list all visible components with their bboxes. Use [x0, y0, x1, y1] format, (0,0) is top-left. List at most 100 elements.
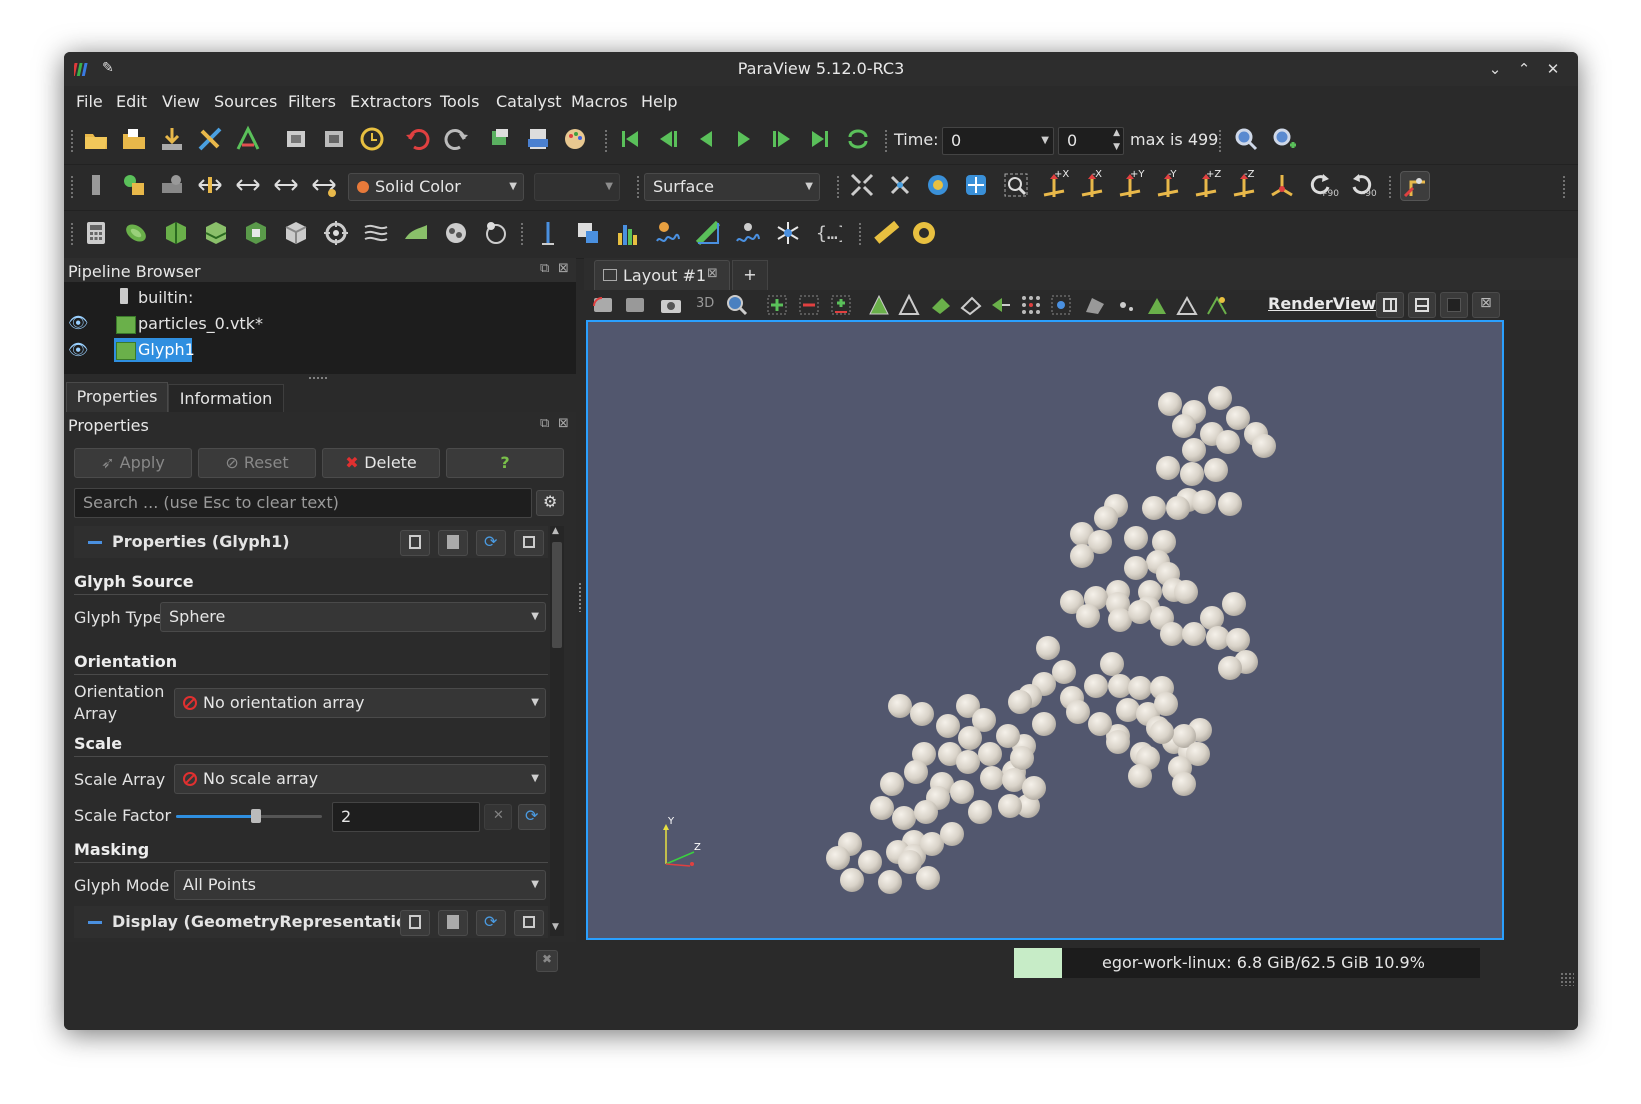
spin-arrows-icon[interactable]: ▲ ▼	[1113, 126, 1120, 154]
calculator-icon[interactable]	[82, 219, 110, 247]
scale-array-select[interactable]: No scale array ▼	[174, 764, 546, 794]
scrollbar-thumb[interactable]	[552, 542, 562, 648]
clear-selection-icon[interactable]	[1204, 292, 1230, 318]
toolbar-grip[interactable]	[70, 222, 75, 246]
save-data-icon[interactable]	[158, 125, 186, 153]
interactive-select-points-icon[interactable]	[958, 292, 984, 318]
screenshot-icon[interactable]	[658, 292, 684, 318]
scale-factor-input[interactable]: 2	[332, 802, 480, 832]
menu-edit[interactable]: Edit	[116, 92, 147, 111]
menu-file[interactable]: File	[76, 92, 103, 111]
spreadsheet-icon[interactable]	[524, 125, 552, 153]
hover-cells-icon[interactable]	[1018, 292, 1044, 318]
rotate-minus-90-icon[interactable]: -90	[1348, 171, 1377, 199]
zoom-to-box-icon[interactable]	[924, 171, 952, 199]
ruler-icon[interactable]	[872, 219, 900, 247]
view-minus-y-icon[interactable]: -Y	[1154, 169, 1182, 199]
view-minus-z-icon[interactable]: -Z	[1230, 169, 1258, 199]
isometric-view-icon[interactable]	[1268, 171, 1296, 199]
toolbar-grip[interactable]	[520, 222, 525, 246]
scale-range-button[interactable]: ✕	[484, 804, 512, 830]
stream-tracer-icon[interactable]	[362, 219, 390, 247]
menu-catalyst[interactable]: Catalyst	[496, 92, 562, 111]
grow-selection-icon[interactable]	[1082, 292, 1108, 318]
menu-view[interactable]: View	[162, 92, 200, 111]
rescale-data-range-icon[interactable]	[196, 171, 224, 199]
glyph-mode-select[interactable]: All Points ▼	[174, 870, 546, 900]
close-panel-icon[interactable]: ⊠	[558, 416, 569, 431]
time-value-input[interactable]: 0 ▼	[942, 127, 1054, 155]
collapse-icon[interactable]	[88, 921, 102, 924]
next-frame-icon[interactable]	[768, 125, 796, 153]
find-data-icon[interactable]	[486, 125, 514, 153]
load-state-icon[interactable]	[282, 125, 310, 153]
reset-range-icon[interactable]	[158, 171, 186, 199]
advanced-settings-button[interactable]: ⚙	[536, 490, 564, 516]
menu-sources[interactable]: Sources	[214, 92, 277, 111]
close-view-button[interactable]: ⊠	[1472, 292, 1500, 318]
resize-grip-icon[interactable]	[1560, 972, 1574, 986]
view-plus-x-icon[interactable]: +X	[1040, 169, 1069, 199]
toolbar-grip[interactable]	[858, 222, 863, 246]
orientation-array-select[interactable]: No orientation array ▼	[174, 688, 546, 718]
pipeline-item-particles[interactable]: particles_0.vtk*	[138, 314, 263, 333]
select-points-on-icon[interactable]	[796, 292, 822, 318]
select-polygon-cells-icon[interactable]	[866, 292, 892, 318]
warp-by-vector-icon[interactable]	[402, 219, 430, 247]
render-view-viewport[interactable]: Y Z	[586, 320, 1504, 940]
toggle-3d-button[interactable]: 3D	[696, 296, 714, 311]
view-plus-y-icon[interactable]: +Y	[1116, 169, 1145, 199]
apply-button[interactable]: ➶ Apply	[74, 448, 192, 478]
reverse-play-icon[interactable]	[692, 125, 720, 153]
show-color-legend-icon[interactable]	[82, 171, 110, 199]
save-display-defaults-button[interactable]	[514, 910, 544, 936]
view-zoom-icon[interactable]	[724, 292, 750, 318]
glyph-type-select[interactable]: Sphere ▼	[160, 602, 546, 632]
delete-button[interactable]: ✖ Delete	[322, 448, 440, 478]
play-icon[interactable]	[730, 125, 758, 153]
split-horizontal-button[interactable]	[1376, 292, 1404, 318]
maximize-view-button[interactable]	[1440, 292, 1468, 318]
restore-display-defaults-button[interactable]: ⟳	[476, 910, 506, 936]
toolbar-grip[interactable]	[836, 175, 841, 199]
toolbar-grip[interactable]	[1388, 175, 1393, 199]
scroll-down-icon[interactable]: ▼	[552, 922, 559, 932]
loop-icon[interactable]	[844, 125, 872, 153]
select-blocks-icon[interactable]	[1048, 292, 1074, 318]
center-axes-icon[interactable]	[1400, 171, 1430, 201]
save-defaults-button[interactable]	[514, 530, 544, 556]
menu-filters[interactable]: Filters	[288, 92, 336, 111]
tab-layout-1[interactable]: Layout #1 ⊠	[594, 260, 730, 291]
threshold-icon[interactable]	[242, 219, 270, 247]
recent-files-icon[interactable]	[120, 125, 148, 153]
camera-redo-icon[interactable]	[622, 292, 648, 318]
render-view-name[interactable]: RenderView1	[1268, 294, 1387, 313]
collapse-icon[interactable]	[88, 541, 102, 544]
properties-group-header[interactable]: Properties (Glyph1) ⟳	[74, 526, 548, 558]
last-frame-icon[interactable]	[806, 125, 834, 153]
properties-scrollbar[interactable]: ▲ ▼	[550, 526, 564, 936]
save-state-icon[interactable]	[320, 125, 348, 153]
component-select[interactable]: ▼	[534, 173, 620, 201]
undo-icon[interactable]	[404, 125, 432, 153]
redo-icon[interactable]	[442, 125, 470, 153]
reset-camera-closest-icon[interactable]	[886, 171, 914, 199]
shrink-selection-icon[interactable]	[1114, 292, 1140, 318]
toolbar-grip[interactable]	[70, 175, 75, 199]
extract-selection-icon[interactable]	[1144, 292, 1170, 318]
scroll-up-icon[interactable]: ▲	[552, 526, 559, 536]
toolbar-grip[interactable]	[1218, 129, 1223, 153]
scale-factor-slider[interactable]	[176, 808, 322, 824]
reset-camera-icon[interactable]	[848, 171, 876, 199]
pipeline-item-builtin[interactable]: builtin:	[138, 288, 193, 307]
display-group-header[interactable]: Display (GeometryRepresentation) ⟳	[74, 906, 548, 938]
close-panel-icon[interactable]: ⊠	[558, 261, 569, 276]
rescale-custom-range-icon[interactable]	[234, 171, 262, 199]
paste-display-button[interactable]	[438, 910, 468, 936]
extract-level-icon[interactable]	[482, 219, 510, 247]
copy-display-button[interactable]	[400, 910, 430, 936]
menu-help[interactable]: Help	[641, 92, 677, 111]
rotate-plus-90-icon[interactable]: +90	[1306, 171, 1339, 199]
menu-tools[interactable]: Tools	[440, 92, 479, 111]
restore-defaults-button[interactable]: ⟳	[476, 530, 506, 556]
